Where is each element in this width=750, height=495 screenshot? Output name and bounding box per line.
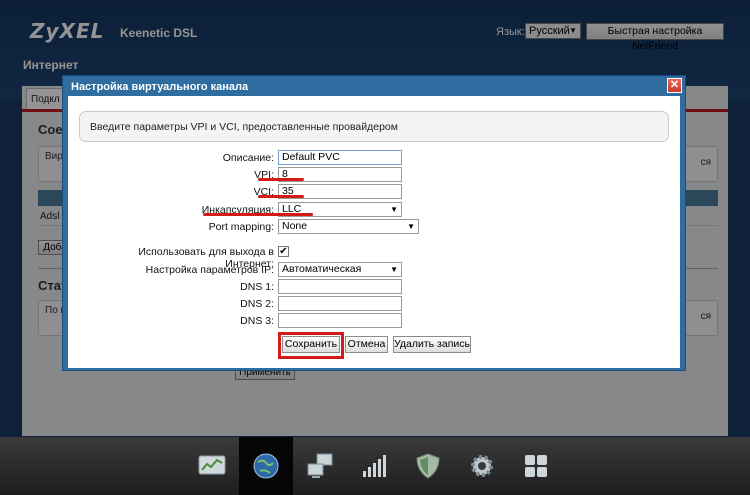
dns3-field[interactable] xyxy=(278,313,402,328)
virtual-channel-dialog: Настройка виртуального канала ✕ Введите … xyxy=(62,75,686,371)
nav-wifi[interactable] xyxy=(347,437,401,495)
ip-settings-label: Настройка параметров IP: xyxy=(145,264,274,276)
ip-settings-value: Автоматическая xyxy=(282,263,362,275)
chevron-down-icon: ▼ xyxy=(390,205,398,214)
port-mapping-label: Port mapping: xyxy=(208,221,274,233)
port-mapping-select[interactable]: None ▼ xyxy=(278,219,419,234)
apps-grid-icon xyxy=(525,455,547,477)
ip-settings-select[interactable]: Автоматическая ▼ xyxy=(278,262,402,277)
dns1-field[interactable] xyxy=(278,279,402,294)
chart-icon xyxy=(198,455,226,475)
dns2-field[interactable] xyxy=(278,296,402,311)
description-label: Описание: xyxy=(222,152,274,164)
dns3-label: DNS 3: xyxy=(240,315,274,327)
cancel-button[interactable]: Отмена xyxy=(345,336,388,353)
vci-highlight-mark xyxy=(258,195,304,198)
signal-bars-icon xyxy=(363,455,386,477)
gear-icon xyxy=(471,455,493,477)
nav-internet[interactable] xyxy=(239,437,293,495)
globe-icon xyxy=(253,453,279,479)
dialog-body: Введите параметры VPI и VCI, предоставле… xyxy=(68,96,680,368)
shield-icon xyxy=(416,453,440,479)
description-field[interactable]: Default PVC xyxy=(278,150,402,165)
nav-security[interactable] xyxy=(401,437,455,495)
nav-system[interactable] xyxy=(455,437,509,495)
delete-entry-button[interactable]: Удалить запись xyxy=(393,336,471,353)
encapsulation-highlight-mark xyxy=(203,213,313,216)
internet-checkbox[interactable]: ✔ xyxy=(278,246,289,257)
save-button[interactable]: Сохранить xyxy=(282,336,340,353)
nav-apps[interactable] xyxy=(509,437,563,495)
nav-home-network[interactable] xyxy=(293,437,347,495)
dns2-label: DNS 2: xyxy=(240,298,274,310)
chevron-down-icon: ▼ xyxy=(407,222,415,231)
info-message: Введите параметры VPI и VCI, предоставле… xyxy=(79,111,669,142)
nav-monitor[interactable] xyxy=(185,437,239,495)
chevron-down-icon: ▼ xyxy=(390,265,398,274)
port-mapping-value: None xyxy=(282,220,308,232)
close-icon[interactable]: ✕ xyxy=(667,78,682,93)
dialog-title: Настройка виртуального канала xyxy=(71,81,249,93)
network-icon xyxy=(307,453,333,478)
vpi-highlight-mark xyxy=(258,178,304,181)
dns1-label: DNS 1: xyxy=(240,281,274,293)
